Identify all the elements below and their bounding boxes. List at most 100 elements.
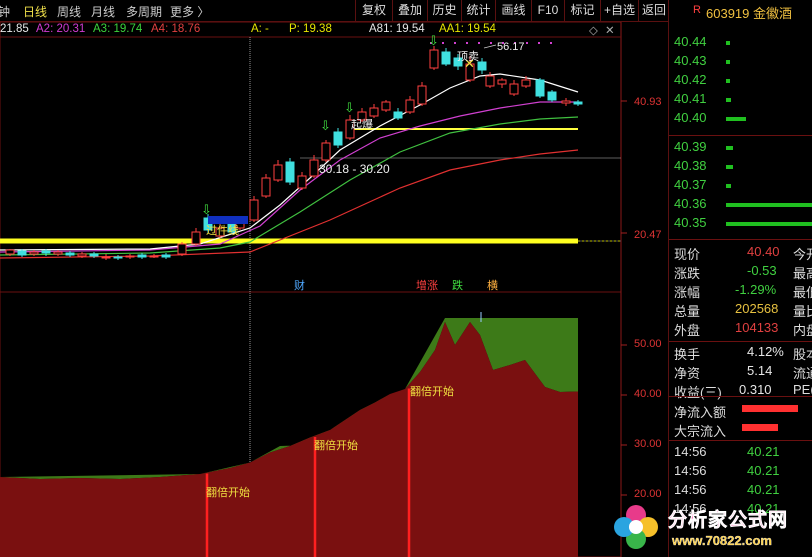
legend-ma1: 21.85 — [0, 23, 29, 35]
close-icon[interactable]: ✕ — [605, 23, 615, 37]
bid-volume-bar — [726, 184, 732, 188]
legend-a: A: - — [251, 23, 269, 35]
candle-body — [309, 159, 319, 177]
tick-time: 14:56 — [674, 444, 707, 459]
event-marker-sideways[interactable]: 横 — [487, 277, 498, 293]
tab-more[interactable]: 更多 〉 — [170, 3, 209, 20]
tick-time: 14:56 — [674, 463, 707, 478]
candle-body — [477, 61, 487, 71]
tick-time: 14:56 — [674, 482, 707, 497]
overlay-button[interactable]: 叠加 — [392, 0, 427, 21]
tick-price: 40.21 — [747, 482, 780, 497]
quote-value: 104133 — [735, 320, 779, 335]
ask-row: 40.43 — [669, 52, 812, 70]
tab-multi-period[interactable]: 多周期 — [126, 3, 162, 20]
legend-a3: A3: 19.74 — [93, 23, 143, 35]
candle-body — [561, 100, 571, 104]
pink-dot — [466, 42, 468, 44]
quote-trailing-label: 内盘 — [793, 323, 812, 338]
top-sell-label: 顶卖 — [457, 51, 479, 63]
quote-row: 现价 40.40 今开 — [669, 243, 812, 262]
quote-value: 202568 — [735, 301, 779, 316]
event-marker-drop[interactable]: 跌 — [452, 277, 463, 293]
candle-body — [41, 250, 51, 254]
tick-price: 40.21 — [747, 463, 780, 478]
candle-body — [249, 199, 259, 221]
quote-label: 收益(三) — [674, 385, 722, 400]
bid-price: 40.39 — [674, 139, 707, 154]
legend-a2: A2: 20.31 — [36, 23, 86, 35]
pink-dot — [442, 42, 444, 44]
pink-dot — [550, 42, 552, 44]
watermark-url: www.70822.com — [672, 533, 772, 548]
candle-body — [521, 79, 531, 87]
bid-row: 40.37 — [669, 176, 812, 194]
candle-body — [261, 177, 271, 197]
history-button[interactable]: 历史 — [427, 0, 461, 21]
candle-body — [137, 254, 147, 258]
breakout-label: 起爆 — [351, 119, 373, 131]
flow-bar — [742, 424, 779, 431]
event-marker-increase[interactable]: 增涨 — [416, 277, 438, 293]
legend-p: P: 19.38 — [289, 23, 332, 35]
tab-daily[interactable]: 日线 — [23, 3, 47, 20]
quote-label: 外盘 — [674, 323, 701, 338]
bid-volume-bar — [726, 165, 734, 169]
ask-row: 40.42 — [669, 71, 812, 89]
mark-button[interactable]: 标记 — [564, 0, 600, 21]
buy-arrow-icon: ⇩ — [201, 203, 212, 218]
ask-row: 40.41 — [669, 90, 812, 108]
pink-dot — [478, 42, 480, 44]
flower-logo-icon — [614, 505, 658, 549]
candle-body — [405, 99, 415, 113]
stock-header: R 603919 金徽酒 — [668, 0, 812, 22]
quote-value: 5.14 — [747, 363, 773, 378]
indicator-axis-tick: 50.00 — [634, 338, 662, 350]
quote-label: 换手 — [674, 347, 701, 362]
ask-price: 40.43 — [674, 53, 707, 68]
candle-body — [393, 111, 403, 119]
candle-body — [125, 255, 135, 258]
quote-trailing-label: 股本 — [793, 347, 812, 362]
ask-price: 40.41 — [674, 91, 707, 106]
bid-volume-bar — [726, 146, 734, 150]
bid-price: 40.37 — [674, 177, 707, 192]
quote-row: 涨幅 -1.29% 最低 — [669, 281, 812, 300]
diamond-icon[interactable]: ◇ — [589, 23, 598, 37]
candle-body — [381, 101, 391, 111]
quote-trailing-label: 最低 — [793, 285, 812, 300]
divider — [669, 396, 812, 397]
tab-minute[interactable]: 钟 — [0, 3, 10, 20]
back-button[interactable]: 返回 — [638, 0, 670, 21]
stats-button[interactable]: 统计 — [461, 0, 495, 21]
candle-body — [535, 79, 545, 97]
double-start-label: 翻倍开始 — [410, 386, 454, 398]
candle-body — [273, 164, 283, 181]
candle-body — [161, 254, 171, 258]
tab-monthly[interactable]: 月线 — [91, 3, 115, 20]
quote-trailing-label: 最高 — [793, 266, 812, 281]
draw-line-button[interactable]: 画线 — [495, 0, 531, 21]
watermark: 分析家公式网 www.70822.com — [606, 497, 812, 557]
f10-button[interactable]: F10 — [531, 0, 564, 21]
candle-body — [89, 253, 99, 257]
watermark-title: 分析家公式网 — [668, 510, 789, 532]
candle-body — [369, 107, 379, 117]
add-watchlist-button[interactable]: +自选 — [600, 0, 638, 21]
quote-value: 4.12% — [747, 344, 784, 359]
divider — [669, 135, 812, 136]
ask-price: 40.44 — [674, 34, 707, 49]
price-axis-upper: 40.93 — [634, 96, 662, 108]
tab-weekly[interactable]: 周线 — [57, 3, 81, 20]
double-start-label: 翻倍开始 — [314, 440, 358, 452]
event-marker-finance[interactable]: 财 — [294, 277, 305, 293]
legend-aa1: AA1: 19.54 — [439, 23, 496, 35]
pink-dot — [538, 42, 540, 44]
candle-body — [297, 175, 307, 189]
stock-code-name: 603919 金徽酒 — [706, 6, 792, 21]
quote-label: 总量 — [674, 304, 701, 319]
buy-arrow-icon: ⇩ — [344, 101, 355, 116]
peak-label: 56.17 — [497, 41, 525, 53]
adjust-button[interactable]: 复权 — [355, 0, 392, 21]
divider — [669, 341, 812, 342]
